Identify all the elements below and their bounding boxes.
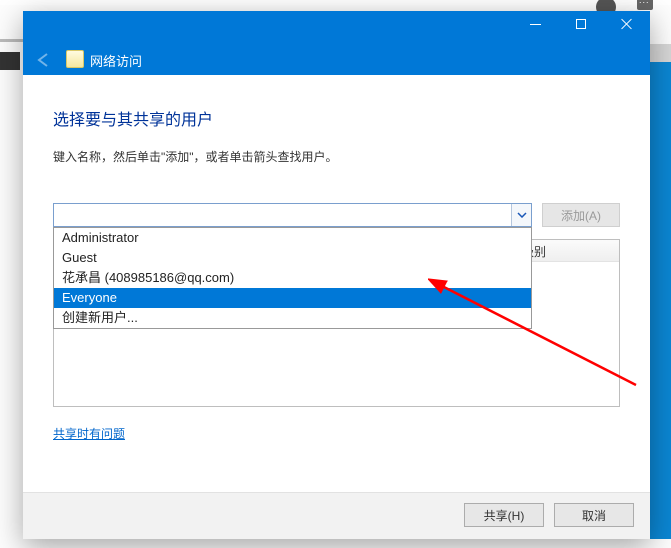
- help-link[interactable]: 共享时有问题: [53, 425, 620, 442]
- background-top-strip: [0, 0, 671, 5]
- user-dropdown[interactable]: AdministratorGuest花承昌 (408985186@qq.com)…: [53, 227, 532, 329]
- user-input[interactable]: [54, 204, 511, 226]
- background-fragment: [0, 39, 25, 42]
- maximize-button[interactable]: [558, 11, 604, 37]
- dialog-window: 网络访问 选择要与其共享的用户 键入名称，然后单击"添加"，或者单击箭头查找用户…: [23, 11, 650, 539]
- add-button[interactable]: 添加(A): [542, 203, 620, 227]
- dropdown-toggle[interactable]: [511, 204, 531, 226]
- close-button[interactable]: [604, 11, 650, 37]
- share-button[interactable]: 共享(H): [464, 503, 544, 527]
- dropdown-option[interactable]: 花承昌 (408985186@qq.com): [54, 268, 531, 288]
- cancel-button[interactable]: 取消: [554, 503, 634, 527]
- titlebar[interactable]: 网络访问: [23, 11, 650, 75]
- user-combobox[interactable]: [53, 203, 532, 227]
- dropdown-option[interactable]: Administrator: [54, 228, 531, 248]
- dropdown-option[interactable]: Everyone: [54, 288, 531, 308]
- user-combo-wrap: AdministratorGuest花承昌 (408985186@qq.com)…: [53, 203, 532, 227]
- dropdown-option[interactable]: Guest: [54, 248, 531, 268]
- chevron-down-icon: [517, 212, 527, 218]
- page-heading: 选择要与其共享的用户: [53, 106, 620, 130]
- back-arrow-icon[interactable]: [34, 52, 54, 68]
- add-user-row: AdministratorGuest花承昌 (408985186@qq.com)…: [53, 203, 620, 227]
- app-icon: [66, 50, 84, 68]
- background-fragment: [0, 52, 20, 70]
- window-controls: [512, 11, 650, 37]
- minimize-button[interactable]: [512, 11, 558, 37]
- dialog-footer: 共享(H) 取消: [23, 492, 650, 539]
- desktop-edge: [649, 44, 671, 539]
- content-area: 选择要与其共享的用户 键入名称，然后单击"添加"，或者单击箭头查找用户。 Adm…: [23, 75, 650, 492]
- dropdown-option[interactable]: 创建新用户...: [54, 308, 531, 328]
- chat-icon: [637, 0, 653, 10]
- instruction-text: 键入名称，然后单击"添加"，或者单击箭头查找用户。: [53, 148, 620, 165]
- window-title: 网络访问: [90, 51, 142, 70]
